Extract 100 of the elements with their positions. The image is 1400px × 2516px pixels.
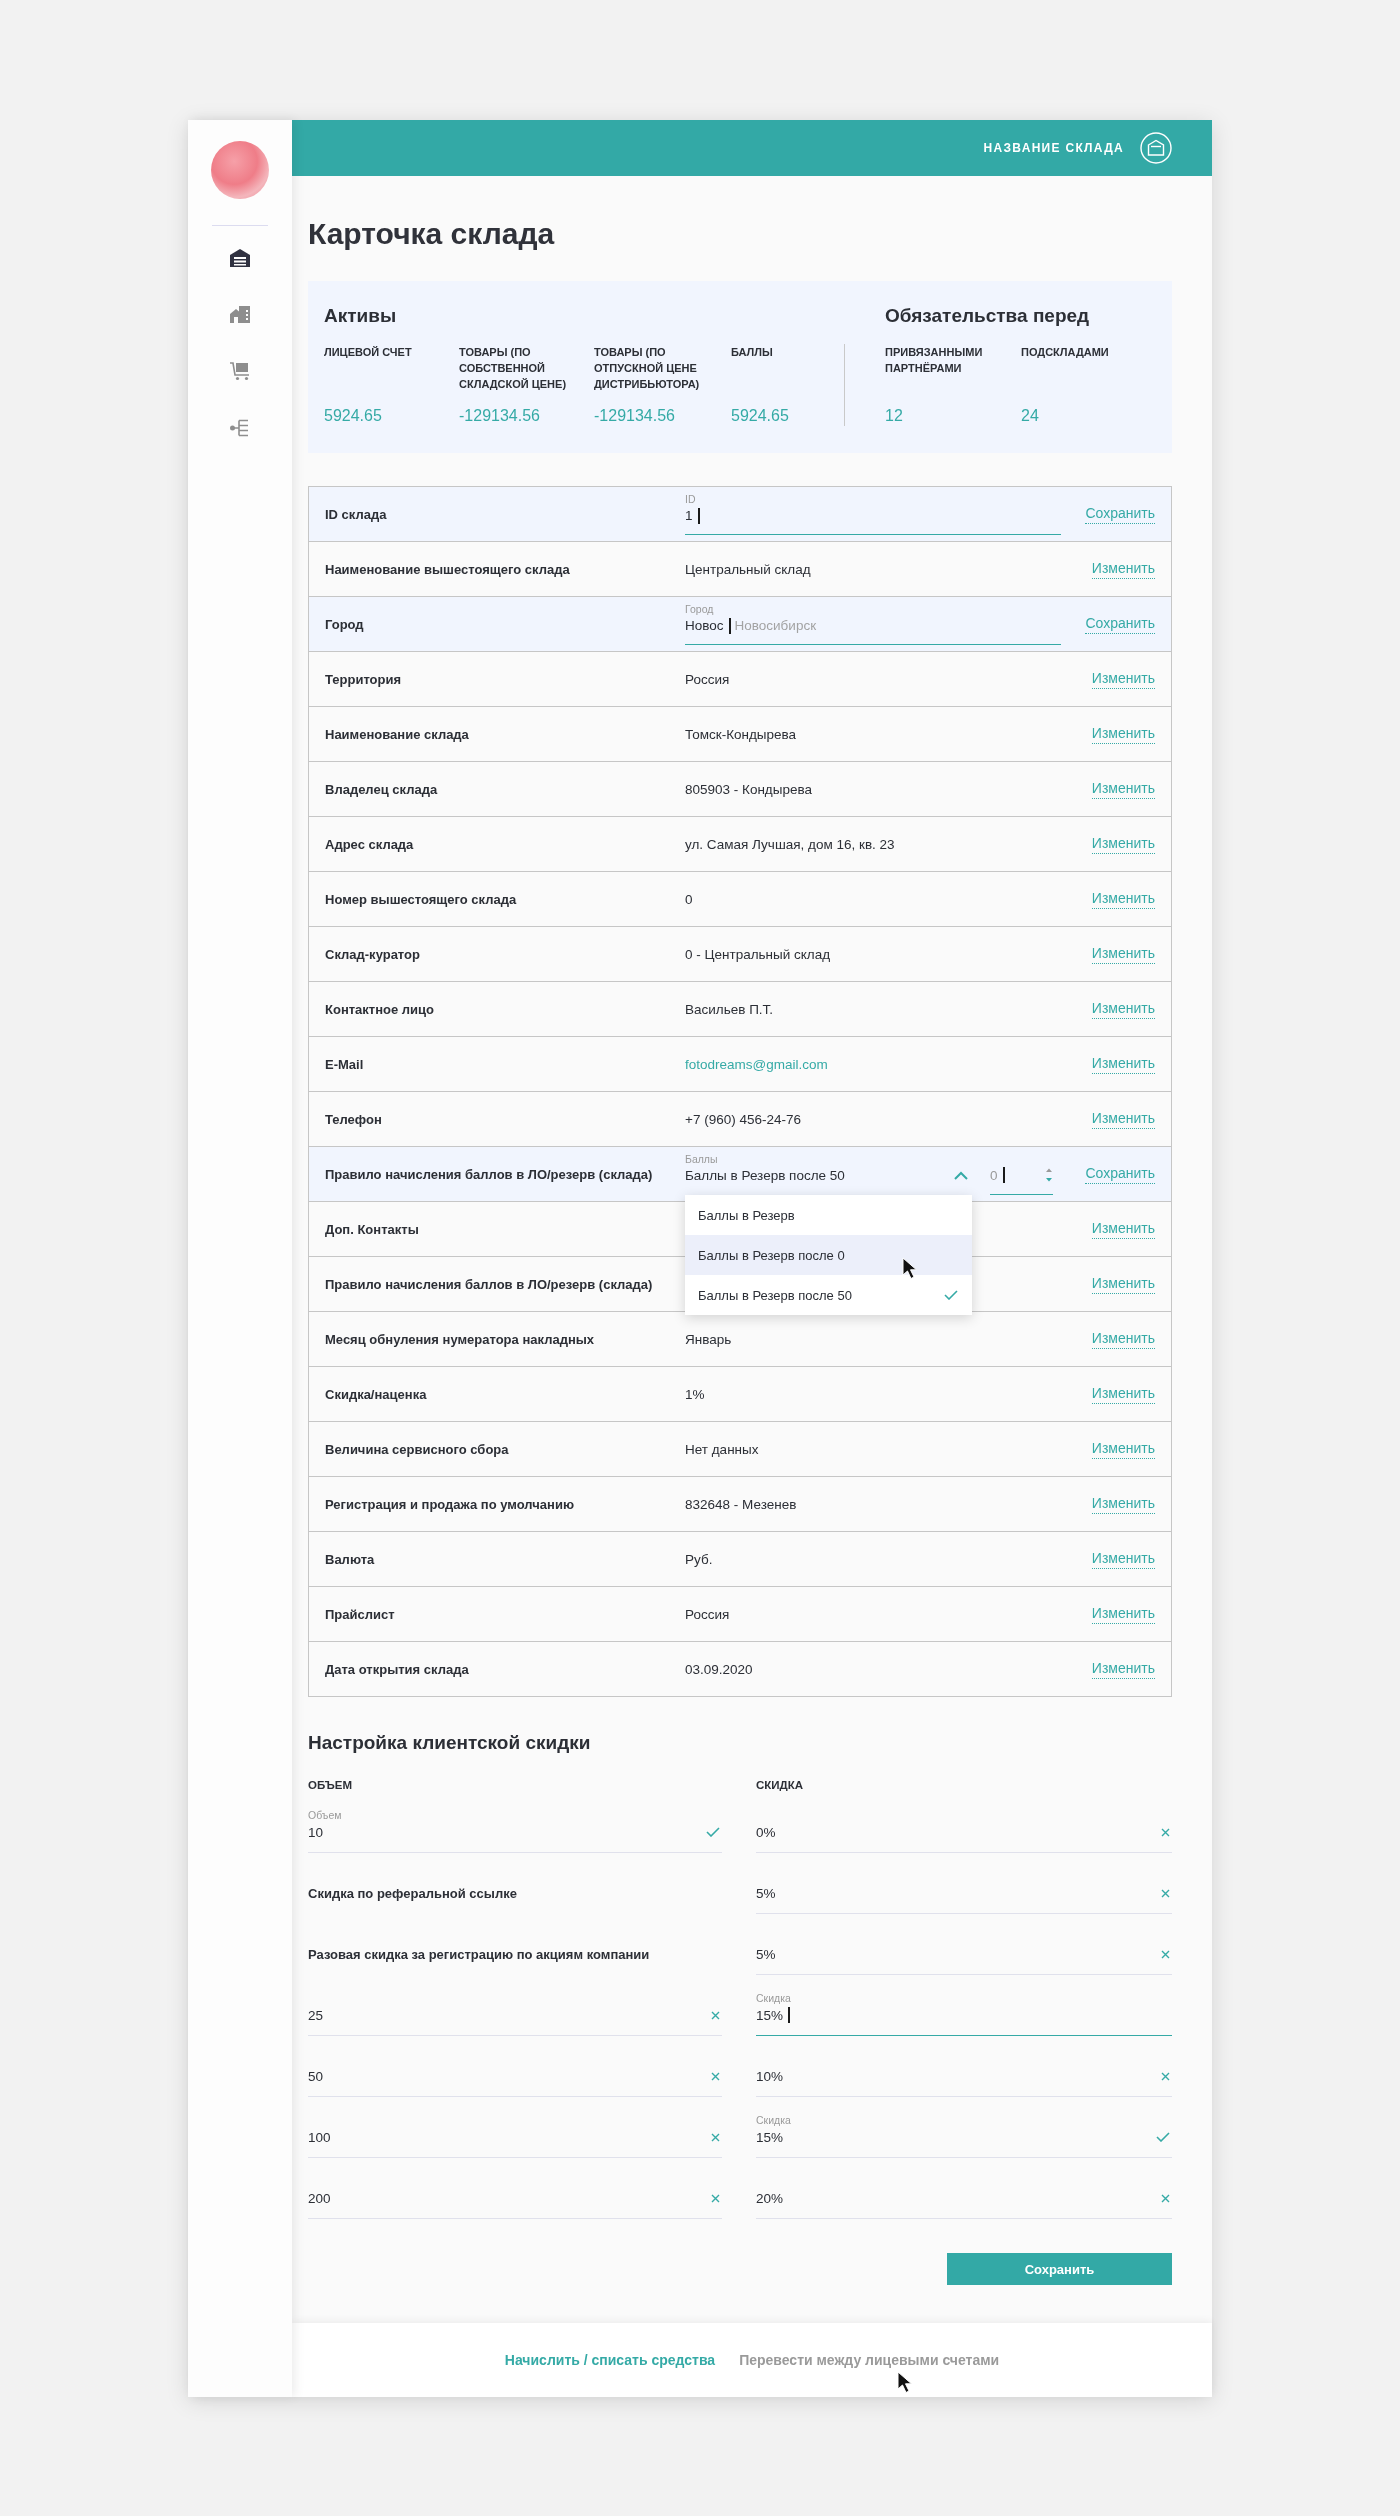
- autocomplete-hint: Новосибирск: [734, 618, 817, 633]
- row-value: 805903 - Кондырева: [685, 781, 812, 797]
- footer-link[interactable]: Начислить / списать средства: [504, 2352, 716, 2368]
- text-cursor: [788, 2007, 791, 2023]
- clear-icon[interactable]: [711, 2193, 720, 2203]
- discount-field[interactable]: 10%: [756, 2036, 1172, 2097]
- text-cursor: [697, 507, 700, 524]
- edit-link[interactable]: Изменить: [1091, 1329, 1155, 1349]
- edit-link[interactable]: Изменить: [1091, 724, 1155, 744]
- row-value: Россия: [685, 671, 730, 687]
- chevron-up-icon[interactable]: [954, 1171, 968, 1180]
- clear-icon[interactable]: [711, 2010, 720, 2020]
- field-value: 15%: [756, 2007, 784, 2023]
- edit-link[interactable]: Изменить: [1091, 1219, 1155, 1239]
- row-label: E-Mail: [325, 1056, 364, 1072]
- input-field[interactable]: Город Новос Новосибирск: [685, 603, 1061, 645]
- volume-field[interactable]: 100: [308, 2097, 722, 2158]
- field-label: Скидка: [756, 1992, 791, 2005]
- number-field[interactable]: 0: [990, 1153, 1053, 1195]
- row-value: Центральный склад: [685, 561, 811, 577]
- clear-icon[interactable]: [711, 2071, 720, 2081]
- row-value: Руб.: [685, 1551, 713, 1567]
- volume-field[interactable]: 50: [308, 2036, 722, 2097]
- row-value: Январь: [685, 1331, 732, 1347]
- edit-link[interactable]: Изменить: [1091, 889, 1155, 909]
- edit-link[interactable]: Изменить: [1091, 999, 1155, 1019]
- discount-field[interactable]: 20%: [756, 2158, 1172, 2219]
- metric-label: ТОВАРЫ (ПО ОТПУСКНОЙ ЦЕНЕ ДИСТРИБЬЮТОРА): [594, 345, 701, 392]
- clear-icon[interactable]: [1161, 1827, 1170, 1837]
- field-label: ID: [685, 493, 696, 506]
- save-link[interactable]: Сохранить: [1085, 1164, 1155, 1184]
- row-value: Нет данных: [685, 1441, 759, 1457]
- warehouse-name: НАЗВАНИЕ СКЛАДА: [983, 141, 1124, 155]
- edit-link[interactable]: Изменить: [1091, 944, 1155, 964]
- row-label: Город: [325, 616, 364, 632]
- clear-icon[interactable]: [1161, 1888, 1170, 1898]
- edit-link[interactable]: Изменить: [1091, 1494, 1155, 1514]
- discount-field[interactable]: 0%: [756, 1792, 1172, 1853]
- field-value: 20%: [756, 2190, 784, 2206]
- input-value: 0: [990, 1167, 998, 1183]
- discount-rule-label: Скидка по реферальной ссылке: [308, 1885, 517, 1903]
- save-link[interactable]: Сохранить: [1085, 504, 1155, 524]
- field-value: 15%: [756, 2129, 784, 2145]
- row-label: Владелец склада: [325, 781, 438, 797]
- edit-link[interactable]: Изменить: [1091, 779, 1155, 799]
- row-label: Склад-куратор: [325, 946, 420, 962]
- edit-link[interactable]: Изменить: [1091, 1384, 1155, 1404]
- edit-link[interactable]: Изменить: [1091, 669, 1155, 689]
- edit-link[interactable]: Изменить: [1091, 1659, 1155, 1679]
- edit-link[interactable]: Изменить: [1091, 559, 1155, 579]
- discount-field[interactable]: Скидка 15%: [756, 1975, 1172, 2036]
- clear-icon[interactable]: [1161, 2193, 1170, 2203]
- volume-field[interactable]: 200: [308, 2158, 722, 2219]
- save-button[interactable]: Сохранить: [947, 2253, 1172, 2285]
- dropdown-option[interactable]: Баллы в Резерв после 50: [685, 1275, 972, 1315]
- check-icon: [1156, 2132, 1170, 2142]
- discount-field[interactable]: 5%: [756, 1914, 1172, 1975]
- metric-label: ПОДСКЛАДАМИ: [1021, 345, 1110, 360]
- metric-value: 12: [885, 406, 904, 426]
- field-label: Скидка: [756, 2114, 791, 2127]
- metric-label: ТОВАРЫ (ПО СОБСТВЕННОЙ СКЛАДСКОЙ ЦЕНЕ): [459, 345, 568, 392]
- group-title: Активы: [324, 304, 398, 328]
- row-value: 832648 - Мезенев: [685, 1496, 797, 1512]
- row-label: Правило начисления баллов в ЛО/резерв (склада): [325, 1166, 653, 1182]
- volume-field[interactable]: 25: [308, 1975, 722, 2036]
- save-link[interactable]: Сохранить: [1085, 614, 1155, 634]
- edit-link[interactable]: Изменить: [1091, 1439, 1155, 1459]
- field-value: 100: [308, 2129, 331, 2145]
- avatar-placeholder: [211, 141, 269, 199]
- stepper-icon[interactable]: [1045, 1167, 1053, 1183]
- discount-field[interactable]: 5%: [756, 1853, 1172, 1914]
- row-label: Величина сервисного сбора: [325, 1441, 509, 1457]
- edit-link[interactable]: Изменить: [1091, 1054, 1155, 1074]
- dropdown-option[interactable]: Баллы в Резерв: [685, 1195, 972, 1235]
- group-title: Обязательства перед: [885, 304, 1091, 328]
- metric-value: -129134.56: [459, 406, 541, 426]
- edit-link[interactable]: Изменить: [1091, 1109, 1155, 1129]
- input-value: Новос: [685, 618, 724, 633]
- row-label: Номер вышестоящего склада: [325, 891, 517, 907]
- clear-icon[interactable]: [711, 2132, 720, 2142]
- select-field[interactable]: Баллы Баллы в Резерв после 50: [685, 1153, 972, 1195]
- volume-field[interactable]: Объем 10: [308, 1792, 722, 1853]
- warehouse-icon[interactable]: [1140, 132, 1172, 164]
- footer-link[interactable]: Перевести между лицевыми счетами: [739, 2352, 1000, 2368]
- email-link[interactable]: fotodreams@gmail.com: [685, 1056, 828, 1072]
- discount-field[interactable]: Скидка 15%: [756, 2097, 1172, 2158]
- metric-value: -129134.56: [594, 406, 676, 426]
- discount-rule-label: Разовая скидка за регистрацию по акциям компании: [308, 1946, 650, 1964]
- edit-link[interactable]: Изменить: [1091, 1549, 1155, 1569]
- field-value: 200: [308, 2190, 331, 2206]
- clear-icon[interactable]: [1161, 2071, 1170, 2081]
- input-field[interactable]: ID 1: [685, 493, 1061, 535]
- row-label: Правило начисления баллов в ЛО/резерв (склада): [325, 1276, 653, 1292]
- edit-link[interactable]: Изменить: [1091, 834, 1155, 854]
- edit-link[interactable]: Изменить: [1091, 1604, 1155, 1624]
- edit-link[interactable]: Изменить: [1091, 1274, 1155, 1294]
- row-value: Томск-Кондырева: [685, 726, 797, 742]
- clear-icon[interactable]: [1161, 1949, 1170, 1959]
- field-value: 5%: [756, 1946, 776, 1962]
- row-value: 03.09.2020: [685, 1661, 753, 1677]
